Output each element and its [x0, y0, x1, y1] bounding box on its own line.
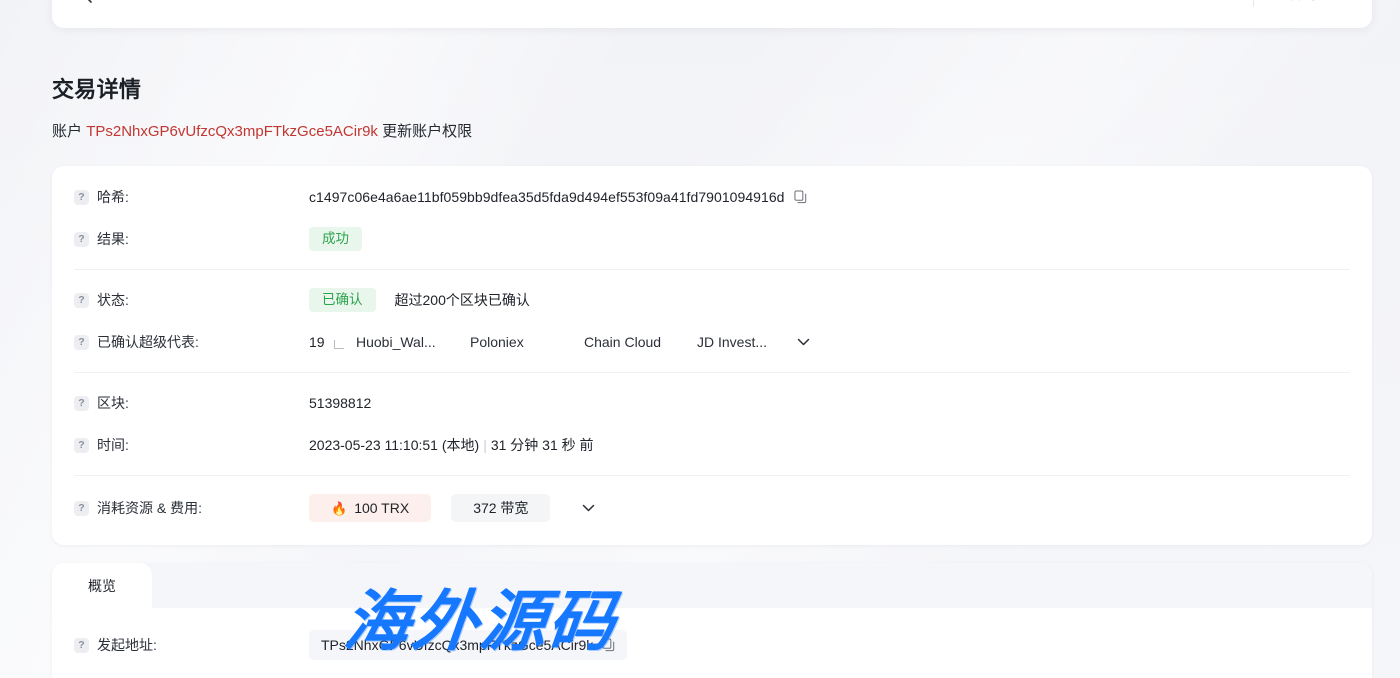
row-status-label-text: 状态:: [97, 290, 129, 310]
copy-icon[interactable]: [602, 638, 615, 652]
page-title: 交易详情: [52, 72, 472, 104]
row-sr-label-text: 已确认超级代表:: [97, 332, 199, 352]
row-resources: ? 消耗资源 & 费用: 🔥 100 TRX 372 带宽: [52, 485, 1372, 531]
copy-icon[interactable]: [794, 190, 807, 204]
tab-panel-overview: ? 发起地址: TPs2NhxGP6vUfzcQx3mpFTkzGce5ACir…: [52, 608, 1372, 664]
row-time-label: ? 时间:: [74, 435, 309, 455]
owner-address-chip[interactable]: TPs2NhxGP6vUfzcQx3mpFTkzGce5ACir9k: [309, 630, 627, 660]
section-divider: [74, 269, 1350, 270]
row-block-label: ? 区块:: [74, 393, 309, 413]
row-owner-address: ? 发起地址: TPs2NhxGP6vUfzcQx3mpFTkzGce5ACir…: [74, 626, 1350, 664]
row-block: ? 区块: 51398812: [52, 382, 1372, 424]
row-status: ? 状态: 已确认 超过200个区块已确认: [52, 279, 1372, 321]
transaction-hash: c1497c06e4a6ae11bf059bb9dfea35d5fda9d494…: [309, 189, 785, 205]
sr-item-1[interactable]: Poloniex: [470, 334, 584, 350]
row-resources-label-text: 消耗资源 & 费用:: [97, 498, 202, 518]
help-icon[interactable]: ?: [74, 396, 89, 411]
row-super-representatives: ? 已确认超级代表: 19 Huobi_Wal... Poloniex Chai…: [52, 321, 1372, 363]
search-field-wrapper[interactable]: [52, 0, 1253, 28]
row-resources-value: 🔥 100 TRX 372 带宽: [309, 494, 595, 522]
help-icon[interactable]: ?: [74, 232, 89, 247]
bandwidth-amount: 372 带宽: [473, 501, 528, 515]
fee-pill: 🔥 100 TRX: [309, 494, 431, 522]
row-hash-label: ? 哈希:: [74, 187, 309, 207]
row-sr-label: ? 已确认超级代表:: [74, 332, 309, 352]
action-description: 更新账户权限: [382, 123, 472, 140]
row-time: ? 时间: 2023-05-23 11:10:51 (本地) | 31 分钟 3…: [52, 424, 1372, 466]
transaction-details-card: ? 哈希: c1497c06e4a6ae11bf059bb9dfea35d5fd…: [52, 166, 1372, 545]
row-time-value: 2023-05-23 11:10:51 (本地) | 31 分钟 31 秒 前: [309, 435, 594, 455]
fee-amount: 100 TRX: [354, 501, 409, 515]
search-bar: 全部筛选: [52, 0, 1372, 28]
help-icon[interactable]: ?: [74, 190, 89, 205]
sr-logo-icon: [333, 336, 346, 349]
time-separator: |: [479, 437, 491, 453]
block-number[interactable]: 51398812: [309, 395, 371, 411]
account-address-link[interactable]: TPs2NhxGP6vUfzcQx3mpFTkzGce5ACir9k: [86, 123, 378, 140]
section-divider: [74, 475, 1350, 476]
tab-strip: 概览: [52, 563, 1372, 608]
confirmation-status-badge: 已确认: [309, 288, 376, 312]
row-result-label: ? 结果:: [74, 229, 309, 249]
help-icon[interactable]: ?: [74, 438, 89, 453]
row-status-value: 已确认 超过200个区块已确认: [309, 288, 530, 312]
timestamp-local: 2023-05-23 11:10:51 (本地): [309, 435, 479, 455]
help-icon[interactable]: ?: [74, 293, 89, 308]
row-block-value: 51398812: [309, 395, 371, 411]
chevron-down-icon[interactable]: [797, 338, 810, 346]
timestamp-relative: 31 分钟 31 秒 前: [491, 435, 594, 455]
tab-overview-label: 概览: [88, 576, 116, 596]
account-label: 账户: [52, 123, 82, 140]
search-icon: [74, 0, 93, 4]
help-icon[interactable]: ?: [74, 638, 89, 653]
flame-icon: 🔥: [331, 502, 347, 515]
section-divider: [74, 372, 1350, 373]
page-header: 交易详情 账户 TPs2NhxGP6vUfzcQx3mpFTkzGce5ACir…: [52, 72, 472, 141]
filter-dropdown-label: 全部筛选: [1276, 0, 1332, 4]
tab-overview[interactable]: 概览: [52, 563, 152, 608]
row-hash: ? 哈希: c1497c06e4a6ae11bf059bb9dfea35d5fd…: [52, 176, 1372, 218]
sr-item-0[interactable]: Huobi_Wal...: [356, 334, 470, 350]
row-result: ? 结果: 成功: [52, 218, 1372, 260]
row-hash-value: c1497c06e4a6ae11bf059bb9dfea35d5fda9d494…: [309, 189, 807, 205]
row-result-label-text: 结果:: [97, 229, 129, 249]
sr-item-3[interactable]: JD Invest...: [697, 334, 797, 350]
owner-address-text: TPs2NhxGP6vUfzcQx3mpFTkzGce5ACir9k: [321, 637, 593, 653]
transaction-summary-line: 账户 TPs2NhxGP6vUfzcQx3mpFTkzGce5ACir9k 更新…: [52, 120, 472, 141]
chevron-down-icon[interactable]: [582, 504, 595, 512]
row-result-value: 成功: [309, 227, 362, 251]
confirmation-note: 超过200个区块已确认: [395, 290, 530, 310]
row-status-label: ? 状态:: [74, 290, 309, 310]
row-resources-label: ? 消耗资源 & 费用:: [74, 498, 309, 518]
row-owner-label: ? 发起地址:: [74, 635, 309, 655]
result-status-badge: 成功: [309, 227, 362, 251]
filter-dropdown[interactable]: 全部筛选: [1253, 0, 1372, 7]
sr-item-2[interactable]: Chain Cloud: [584, 334, 697, 350]
row-block-label-text: 区块:: [97, 393, 129, 413]
search-input[interactable]: [107, 0, 1253, 2]
row-hash-label-text: 哈希:: [97, 187, 129, 207]
row-sr-value: 19 Huobi_Wal... Poloniex Chain Cloud JD …: [309, 334, 810, 350]
bandwidth-pill: 372 带宽: [451, 494, 550, 522]
help-icon[interactable]: ?: [74, 501, 89, 516]
row-owner-label-text: 发起地址:: [97, 635, 157, 655]
row-owner-value: TPs2NhxGP6vUfzcQx3mpFTkzGce5ACir9k: [309, 630, 627, 660]
help-icon[interactable]: ?: [74, 335, 89, 350]
overview-tab-card: 概览 ? 发起地址: TPs2NhxGP6vUfzcQx3mpFTkzGce5A…: [52, 563, 1372, 678]
sr-confirmed-count: 19: [309, 334, 333, 350]
row-time-label-text: 时间:: [97, 435, 129, 455]
